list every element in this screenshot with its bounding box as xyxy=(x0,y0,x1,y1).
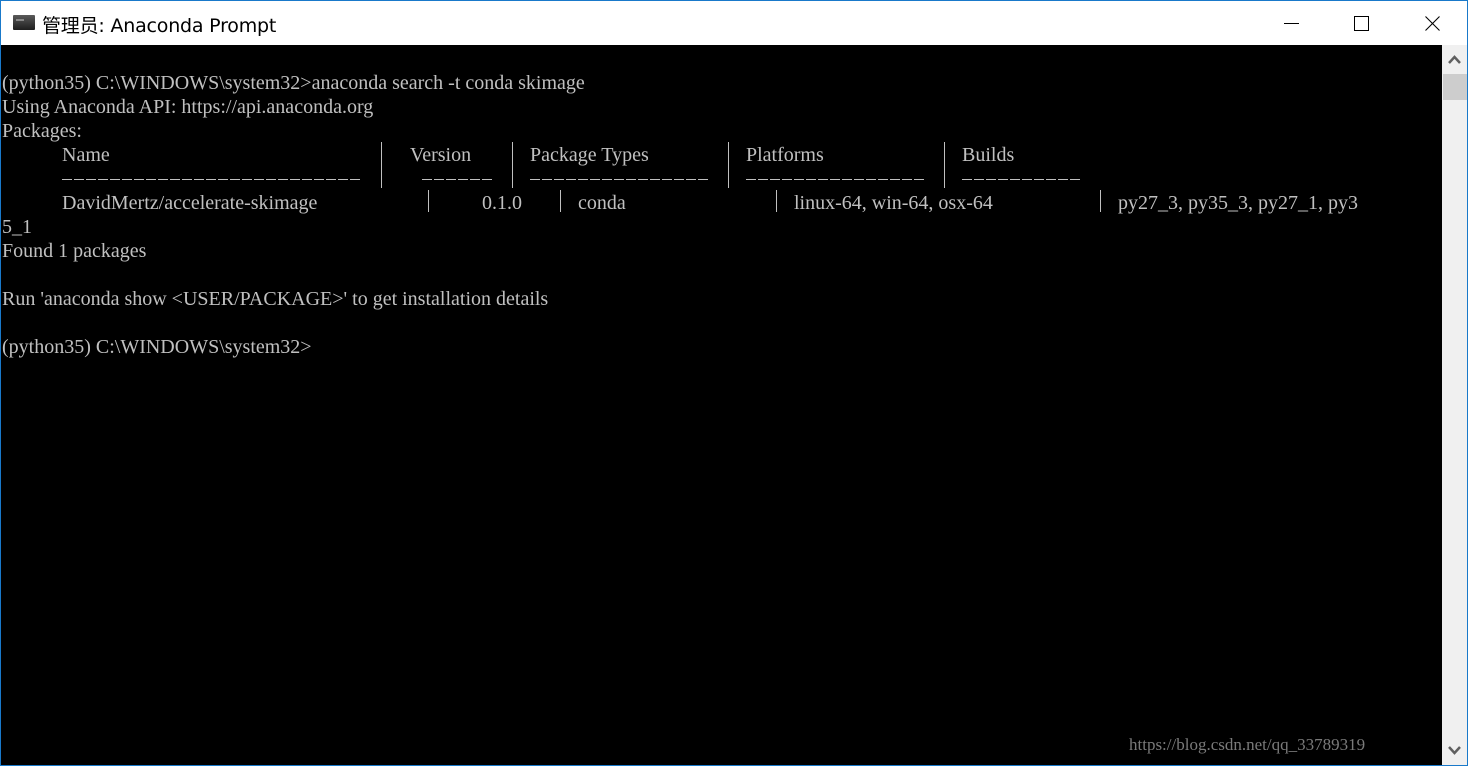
minimize-button[interactable] xyxy=(1256,1,1326,45)
table-header-rule xyxy=(422,179,494,180)
close-icon xyxy=(1425,16,1440,31)
table-cell-builds: py27_3, py35_3, py27_1, py3 xyxy=(1118,192,1358,214)
maximize-button[interactable] xyxy=(1327,1,1397,45)
table-header-package-types: Package Types xyxy=(530,144,649,166)
close-button[interactable] xyxy=(1397,1,1467,45)
vertical-scrollbar[interactable] xyxy=(1442,45,1467,765)
chevron-up-icon xyxy=(1448,55,1461,64)
table-cell-platforms: linux-64, win-64, osx-64 xyxy=(794,192,993,214)
table-header-version: Version xyxy=(410,144,472,166)
console-line-hint: Run 'anaconda show <USER/PACKAGE>' to ge… xyxy=(2,288,549,310)
table-header-platforms: Platforms xyxy=(746,144,824,166)
table-separator xyxy=(728,142,729,188)
table-separator xyxy=(944,142,945,188)
table-separator xyxy=(381,142,382,188)
table-separator xyxy=(512,142,513,188)
scroll-up-button[interactable] xyxy=(1442,45,1467,73)
watermark-text: https://blog.csdn.net/qq_33789319 xyxy=(1129,735,1366,754)
table-header-rule xyxy=(530,179,710,180)
console-line-command: (python35) C:\WINDOWS\system32>anaconda … xyxy=(2,72,585,94)
table-separator xyxy=(776,190,777,212)
anaconda-prompt-window: 管理员: Anaconda Prompt (python35) C:\WINDO… xyxy=(0,0,1468,766)
table-header-builds: Builds xyxy=(962,144,1015,166)
scroll-thumb[interactable] xyxy=(1443,74,1467,100)
table-header-rule xyxy=(962,179,1082,180)
console-line-wrap: 5_1 xyxy=(2,216,32,238)
table-cell-version: 0.1.0 xyxy=(482,192,522,214)
console-output[interactable]: (python35) C:\WINDOWS\system32>anaconda … xyxy=(1,45,1442,765)
table-separator xyxy=(560,190,561,212)
table-cell-name: DavidMertz/accelerate-skimage xyxy=(62,192,318,214)
table-header-rule xyxy=(746,179,926,180)
table-separator xyxy=(1100,190,1101,212)
console-line-prompt: (python35) C:\WINDOWS\system32> xyxy=(2,336,312,358)
scroll-down-button[interactable] xyxy=(1442,737,1467,765)
title-bar[interactable]: 管理员: Anaconda Prompt xyxy=(1,1,1467,45)
console-line-found: Found 1 packages xyxy=(2,240,147,262)
console-app-icon[interactable] xyxy=(13,15,35,30)
chevron-down-icon xyxy=(1448,746,1461,755)
table-header-rule xyxy=(62,179,362,180)
window-title: 管理员: Anaconda Prompt xyxy=(42,15,277,37)
table-header-name: Name xyxy=(62,144,110,166)
table-separator xyxy=(428,190,429,212)
table-cell-package-types: conda xyxy=(578,192,626,214)
console-line-api: Using Anaconda API: https://api.anaconda… xyxy=(2,96,374,118)
console-line-packages: Packages: xyxy=(2,120,82,142)
